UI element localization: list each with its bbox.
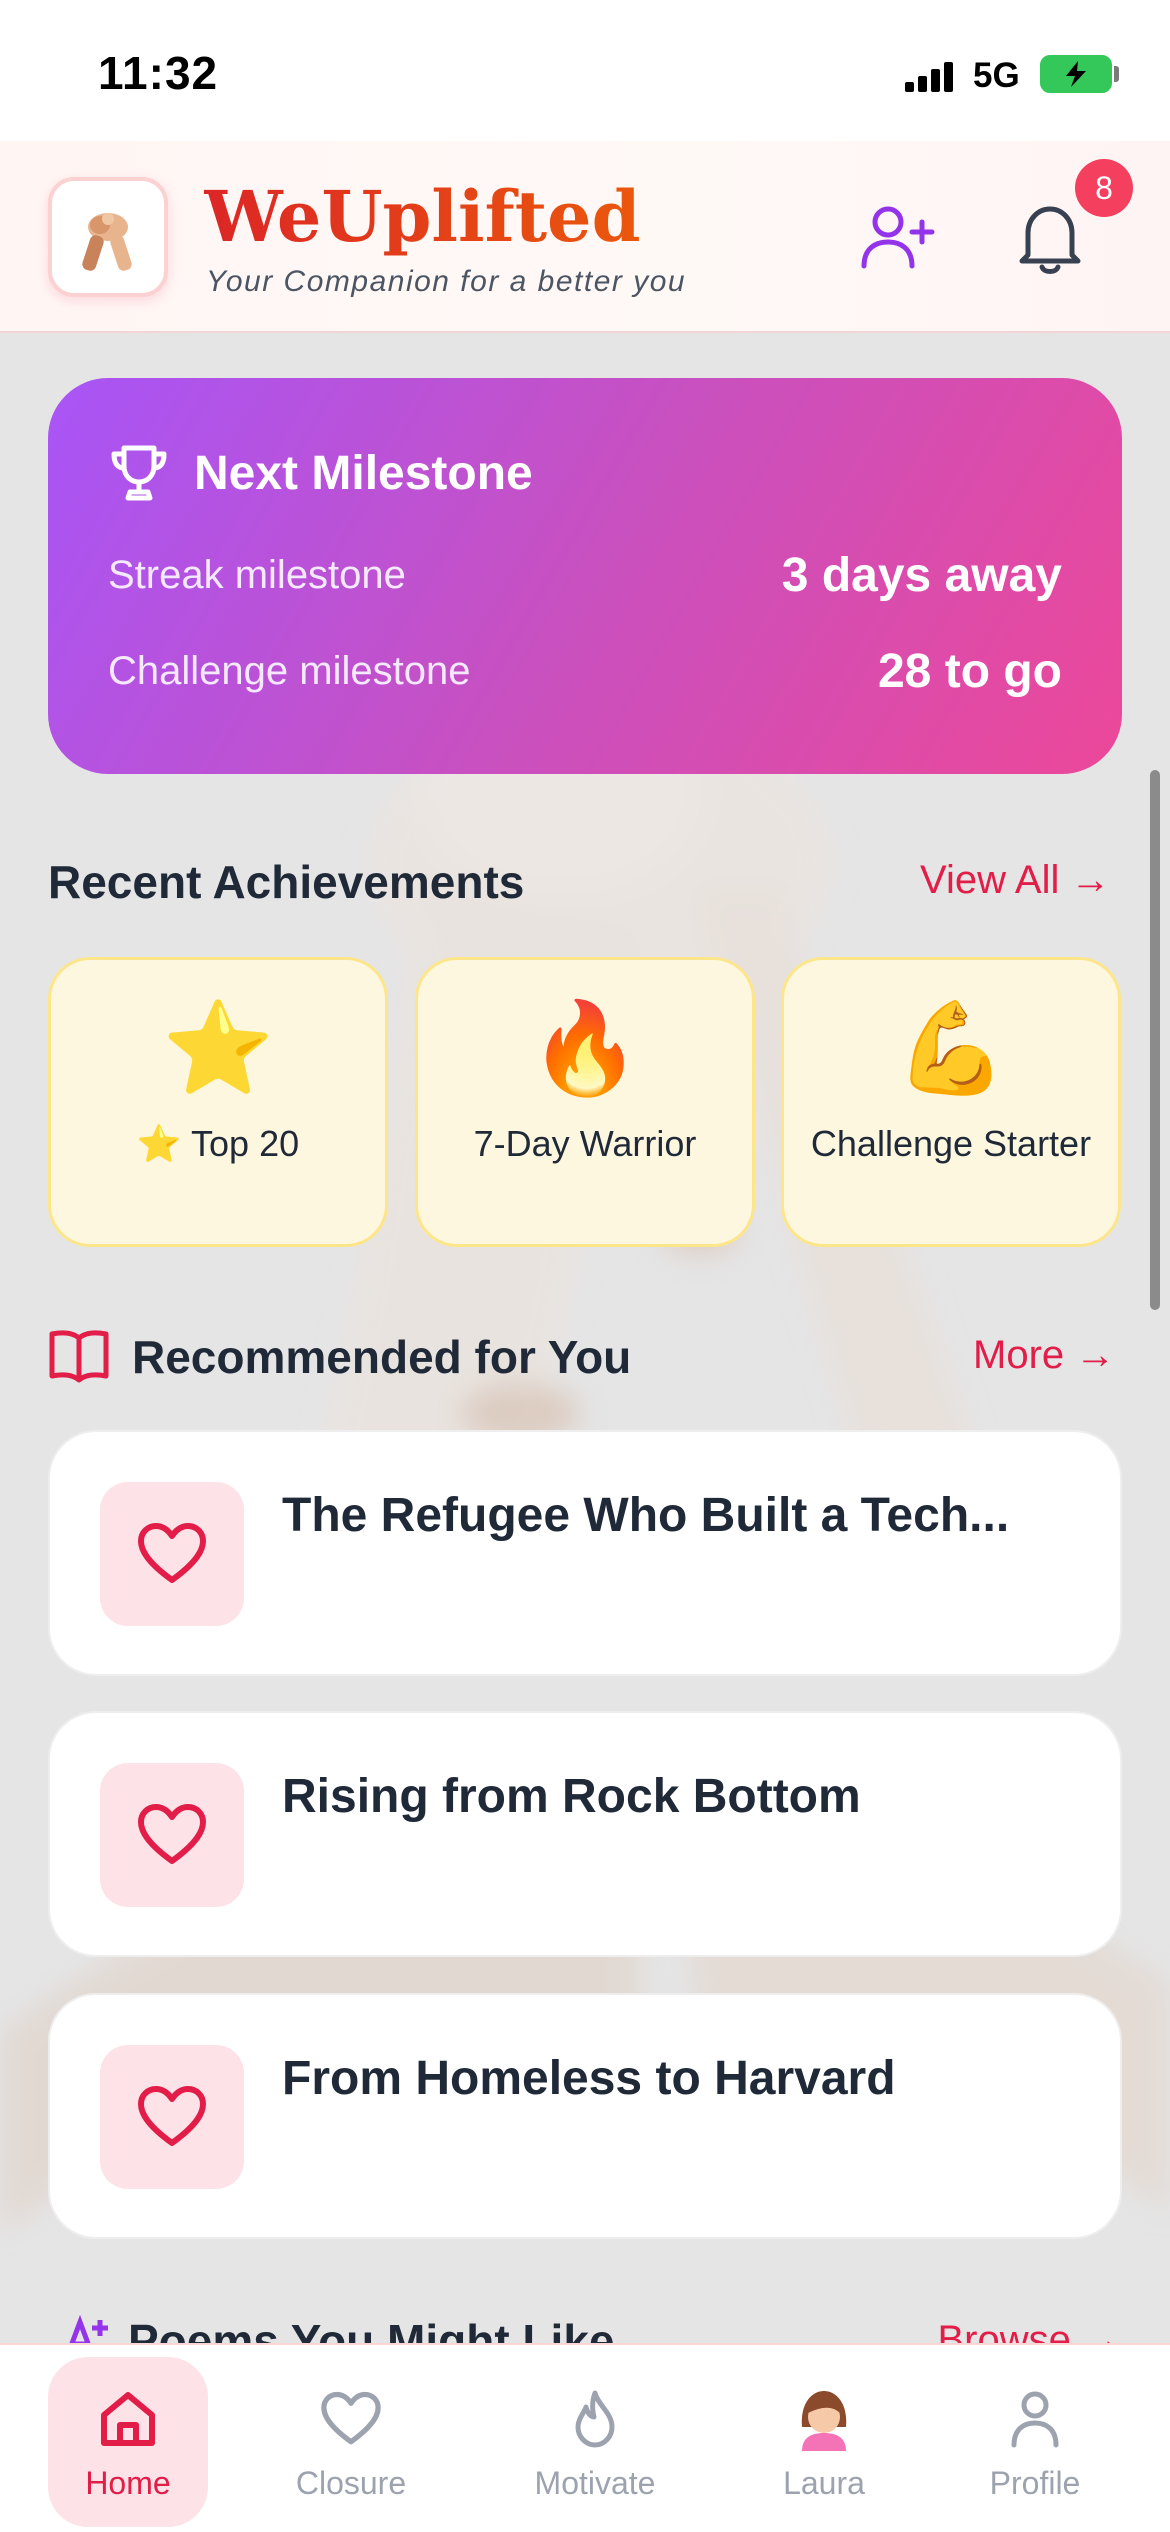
app-header: WeUplifted Your Companion for a better y… — [0, 141, 1170, 333]
avatar-icon — [794, 2387, 854, 2451]
recommended-card[interactable]: From Homeless to Harvard — [48, 1993, 1122, 2239]
next-section-title: Poems You Might Like — [128, 2315, 615, 2343]
more-link[interactable]: More → — [973, 1333, 1115, 1378]
user-plus-icon — [861, 206, 935, 269]
battery-icon — [1040, 55, 1112, 93]
milestone-row-challenge: Challenge milestone 28 to go — [108, 644, 1062, 699]
app-tagline: Your Companion for a better you — [206, 265, 687, 298]
heart-icon — [100, 1763, 244, 1907]
book-open-icon — [49, 1330, 109, 1383]
nav-home[interactable]: Home — [48, 2357, 208, 2527]
nav-laura[interactable]: Laura — [744, 2357, 904, 2527]
milestone-card[interactable]: Next Milestone Streak milestone 3 days a… — [48, 378, 1122, 774]
milestone-label: Challenge milestone — [108, 649, 471, 693]
achievement-label: ⭐ Top 20 — [136, 1123, 300, 1164]
fire-icon: 🔥 — [528, 999, 642, 1099]
next-section-header: Poems You Might Like Browse → — [48, 2300, 1122, 2343]
milestone-label: Streak milestone — [108, 553, 406, 597]
recommended-item-title: Rising from Rock Bottom — [282, 1770, 861, 1823]
bell-icon — [1019, 206, 1081, 274]
status-time: 11:32 — [98, 47, 219, 99]
recommended-title: Recommended for You — [132, 1331, 632, 1383]
network-label: 5G — [973, 56, 1020, 95]
achievement-label: Challenge Starter — [810, 1123, 1092, 1164]
user-icon — [1010, 2387, 1060, 2451]
sparkle-icon — [69, 2314, 108, 2343]
heart-icon — [100, 1482, 244, 1626]
home-icon — [98, 2387, 158, 2451]
achievement-card[interactable]: 🔥 7-Day Warrior — [415, 957, 755, 1247]
recommended-card[interactable]: Rising from Rock Bottom — [48, 1711, 1122, 1957]
recommended-card[interactable]: The Refugee Who Built a Tech... — [48, 1430, 1122, 1676]
achievement-card[interactable]: ⭐ ⭐ Top 20 — [48, 957, 388, 1247]
achievement-card[interactable]: 💪 Challenge Starter — [781, 957, 1121, 1247]
trophy-icon — [111, 445, 167, 501]
milestone-row-streak: Streak milestone 3 days away — [108, 548, 1062, 603]
nav-profile[interactable]: Profile — [955, 2357, 1115, 2527]
app-logo[interactable] — [48, 177, 168, 297]
achievements-title: Recent Achievements — [48, 856, 525, 908]
status-bar: 11:32 5G — [0, 0, 1170, 141]
signal-icon — [905, 60, 955, 92]
achievement-label: 7-Day Warrior — [473, 1123, 697, 1164]
recommended-item-title: The Refugee Who Built a Tech... — [282, 1489, 1010, 1542]
view-all-link[interactable]: View All → — [920, 858, 1110, 903]
app-brand: WeUplifted — [204, 175, 641, 258]
heart-icon — [320, 2387, 382, 2451]
recommended-item-title: From Homeless to Harvard — [282, 2052, 896, 2105]
notification-badge: 8 — [1075, 159, 1133, 217]
milestone-title: Next Milestone — [194, 447, 533, 500]
heart-icon — [100, 2045, 244, 2189]
milestone-value: 3 days away — [781, 549, 1062, 602]
add-friend-button[interactable] — [853, 192, 943, 282]
bottom-nav: Home Closure Motivate Laura Profile — [0, 2343, 1170, 2532]
nav-label: Profile — [989, 2465, 1081, 2501]
nav-motivate[interactable]: Motivate — [515, 2357, 675, 2527]
nav-label: Motivate — [534, 2465, 656, 2501]
star-icon: ⭐ — [161, 999, 275, 1099]
nav-closure[interactable]: Closure — [271, 2357, 431, 2527]
clasped-hands-icon — [82, 213, 132, 271]
next-section-link[interactable]: Browse → — [938, 2318, 1123, 2343]
flame-icon — [570, 2387, 620, 2451]
nav-label: Laura — [783, 2465, 865, 2501]
scrollbar[interactable] — [1150, 770, 1160, 1310]
flexed-biceps-icon: 💪 — [894, 999, 1008, 1099]
nav-label: Home — [85, 2465, 171, 2501]
milestone-value: 28 to go — [877, 645, 1062, 698]
nav-label: Closure — [295, 2465, 407, 2501]
